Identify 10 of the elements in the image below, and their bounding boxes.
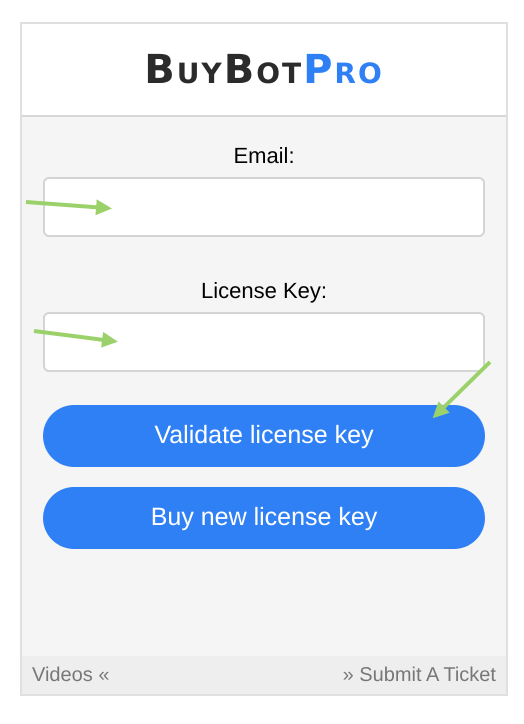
submit-ticket-link[interactable]: » Submit A Ticket <box>342 660 496 690</box>
logo: BuyBotPro <box>144 50 384 90</box>
annotation-arrow <box>432 360 492 418</box>
input-field[interactable] <box>43 177 485 237</box>
field-label: Email: <box>232 143 296 169</box>
validate-button[interactable]: Validate license key <box>43 405 485 467</box>
field-label: License Key: <box>200 278 328 304</box>
buy-button[interactable]: Buy new license key <box>43 487 485 549</box>
videos-link[interactable]: Videos « <box>32 660 110 690</box>
input-field[interactable] <box>43 312 485 372</box>
